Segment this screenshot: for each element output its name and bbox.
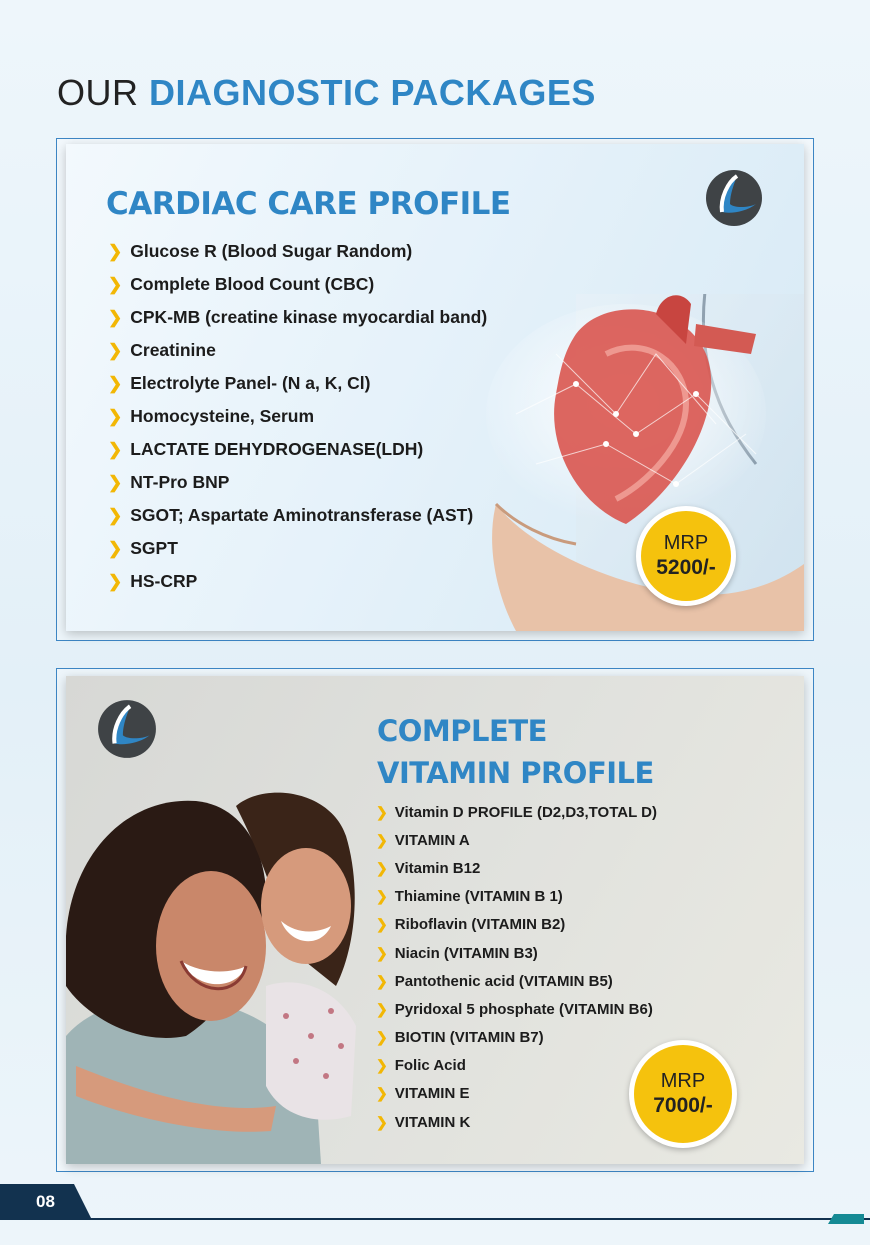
list-item: ❯ VITAMIN A bbox=[376, 826, 657, 854]
page-heading-light: OUR bbox=[57, 72, 149, 113]
chevron-right-icon: ❯ bbox=[376, 859, 388, 876]
chevron-right-icon: ❯ bbox=[108, 472, 123, 492]
list-item: ❯ Riboflavin (VITAMIN B2) bbox=[376, 911, 657, 939]
list-item: ❯ Homocysteine, Serum bbox=[108, 400, 487, 433]
list-item: ❯ VITAMIN K bbox=[376, 1108, 657, 1136]
test-name: VITAMIN E bbox=[394, 1085, 470, 1103]
chevron-right-icon: ❯ bbox=[376, 1085, 388, 1102]
chevron-right-icon: ❯ bbox=[108, 340, 123, 360]
chevron-right-icon: ❯ bbox=[108, 571, 123, 591]
test-name: Pantothenic acid (VITAMIN B5) bbox=[394, 972, 613, 990]
list-item: ❯ LACTATE DEHYDROGENASE(LDH) bbox=[108, 433, 487, 466]
list-item: ❯ BIOTIN (VITAMIN B7) bbox=[376, 1024, 657, 1052]
test-name: Riboflavin (VITAMIN B2) bbox=[394, 916, 566, 934]
chevron-right-icon: ❯ bbox=[376, 888, 388, 905]
test-name: Creatinine bbox=[130, 340, 216, 360]
page-heading: OUR DIAGNOSTIC PACKAGES bbox=[57, 72, 596, 114]
footer-accent-bar bbox=[828, 1214, 864, 1224]
mother-and-child-photo bbox=[66, 792, 356, 1164]
list-item: ❯ HS-CRP bbox=[108, 565, 487, 598]
chevron-right-icon: ❯ bbox=[376, 803, 388, 820]
test-name: Complete Blood Count (CBC) bbox=[130, 274, 375, 294]
heart-in-hand-illustration bbox=[486, 294, 804, 631]
test-name: NT-Pro BNP bbox=[130, 472, 230, 492]
vitamin-title-line1: COMPLETE bbox=[377, 714, 547, 748]
list-item: ❯ SGOT; Aspartate Aminotransferase (AST) bbox=[108, 499, 487, 532]
page-heading-bold: DIAGNOSTIC PACKAGES bbox=[149, 72, 596, 113]
cardiac-package-card: CARDIAC CARE PROFILE ❯ Glucose R (Blood S… bbox=[66, 144, 804, 631]
list-item: ❯ VITAMIN E bbox=[376, 1080, 657, 1108]
test-name: Electrolyte Panel- (N a, K, Cl) bbox=[130, 373, 371, 393]
list-item: ❯ Niacin (VITAMIN B3) bbox=[376, 939, 657, 967]
test-name: Folic Acid bbox=[394, 1057, 466, 1075]
chevron-right-icon: ❯ bbox=[108, 406, 123, 426]
chevron-right-icon: ❯ bbox=[108, 439, 123, 459]
list-item: ❯ Pantothenic acid (VITAMIN B5) bbox=[376, 967, 657, 995]
page-number: 08 bbox=[36, 1192, 55, 1211]
test-name: BIOTIN (VITAMIN B7) bbox=[394, 1029, 544, 1047]
test-name: HS-CRP bbox=[130, 571, 198, 591]
chevron-right-icon: ❯ bbox=[376, 831, 388, 848]
mrp-label: MRP bbox=[660, 1070, 706, 1092]
cardiac-package-title: CARDIAC CARE PROFILE bbox=[106, 186, 511, 222]
list-item: ❯ Vitamin B12 bbox=[376, 854, 657, 882]
list-item: ❯ Creatinine bbox=[108, 334, 487, 367]
list-item: ❯ SGPT bbox=[108, 532, 487, 565]
chevron-right-icon: ❯ bbox=[108, 307, 123, 327]
list-item: ❯ Vitamin D PROFILE (D2,D3,TOTAL D) bbox=[376, 798, 657, 826]
footer-divider bbox=[90, 1218, 870, 1220]
price-value: 5200/- bbox=[656, 556, 716, 579]
cardiac-test-list: ❯ Glucose R (Blood Sugar Random) ❯ Complet… bbox=[108, 235, 487, 598]
chevron-right-icon: ❯ bbox=[376, 916, 388, 933]
list-item: ❯ NT-Pro BNP bbox=[108, 466, 487, 499]
test-name: Thiamine (VITAMIN B 1) bbox=[394, 888, 563, 906]
chevron-right-icon: ❯ bbox=[376, 972, 388, 989]
list-item: ❯ Complete Blood Count (CBC) bbox=[108, 268, 487, 301]
chevron-right-icon: ❯ bbox=[108, 241, 123, 261]
vitamin-test-list: ❯ Vitamin D PROFILE (D2,D3,TOTAL D) ❯ VITA… bbox=[376, 798, 657, 1136]
price-badge: MRP 5200/- bbox=[636, 506, 736, 606]
test-name: Homocysteine, Serum bbox=[130, 406, 315, 426]
list-item: ❯ Thiamine (VITAMIN B 1) bbox=[376, 883, 657, 911]
test-name: SGPT bbox=[130, 538, 178, 558]
price-value: 7000/- bbox=[653, 1094, 713, 1117]
price-badge: MRP 7000/- bbox=[629, 1040, 737, 1148]
list-item: ❯ Folic Acid bbox=[376, 1052, 657, 1080]
vitamin-package-card: COMPLETE VITAMIN PROFILE ❯ Vitamin D PROF… bbox=[66, 676, 804, 1164]
list-item: ❯ CPK-MB (creatine kinase myocardial band… bbox=[108, 301, 487, 334]
test-name: Niacin (VITAMIN B3) bbox=[394, 944, 538, 962]
chevron-right-icon: ❯ bbox=[108, 373, 123, 393]
chevron-right-icon: ❯ bbox=[108, 274, 123, 294]
chevron-right-icon: ❯ bbox=[376, 1057, 388, 1074]
list-item: ❯ Pyridoxal 5 phosphate (VITAMIN B6) bbox=[376, 995, 657, 1023]
test-name: SGOT; Aspartate Aminotransferase (AST) bbox=[130, 505, 474, 525]
chevron-right-icon: ❯ bbox=[376, 944, 388, 961]
test-name: VITAMIN K bbox=[394, 1113, 471, 1131]
chevron-right-icon: ❯ bbox=[108, 505, 123, 525]
test-name: Glucose R (Blood Sugar Random) bbox=[130, 241, 413, 261]
chevron-right-icon: ❯ bbox=[376, 1113, 388, 1130]
mrp-label: MRP bbox=[663, 532, 709, 554]
test-name: CPK-MB (creatine kinase myocardial band) bbox=[130, 307, 488, 327]
chevron-right-icon: ❯ bbox=[376, 1000, 388, 1017]
brand-logo-icon bbox=[98, 700, 156, 758]
brand-logo-icon bbox=[706, 170, 762, 226]
vitamin-title-line2: VITAMIN PROFILE bbox=[377, 756, 654, 790]
chevron-right-icon: ❯ bbox=[376, 1029, 388, 1046]
test-name: Vitamin B12 bbox=[394, 859, 481, 877]
test-name: Vitamin D PROFILE (D2,D3,TOTAL D) bbox=[394, 803, 657, 821]
list-item: ❯ Glucose R (Blood Sugar Random) bbox=[108, 235, 487, 268]
test-name: VITAMIN A bbox=[394, 831, 470, 849]
vitamin-package-title: COMPLETE VITAMIN PROFILE bbox=[377, 710, 697, 794]
test-name: LACTATE DEHYDROGENASE(LDH) bbox=[130, 439, 424, 459]
list-item: ❯ Electrolyte Panel- (N a, K, Cl) bbox=[108, 367, 487, 400]
test-name: Pyridoxal 5 phosphate (VITAMIN B6) bbox=[394, 1000, 653, 1018]
chevron-right-icon: ❯ bbox=[108, 538, 123, 558]
